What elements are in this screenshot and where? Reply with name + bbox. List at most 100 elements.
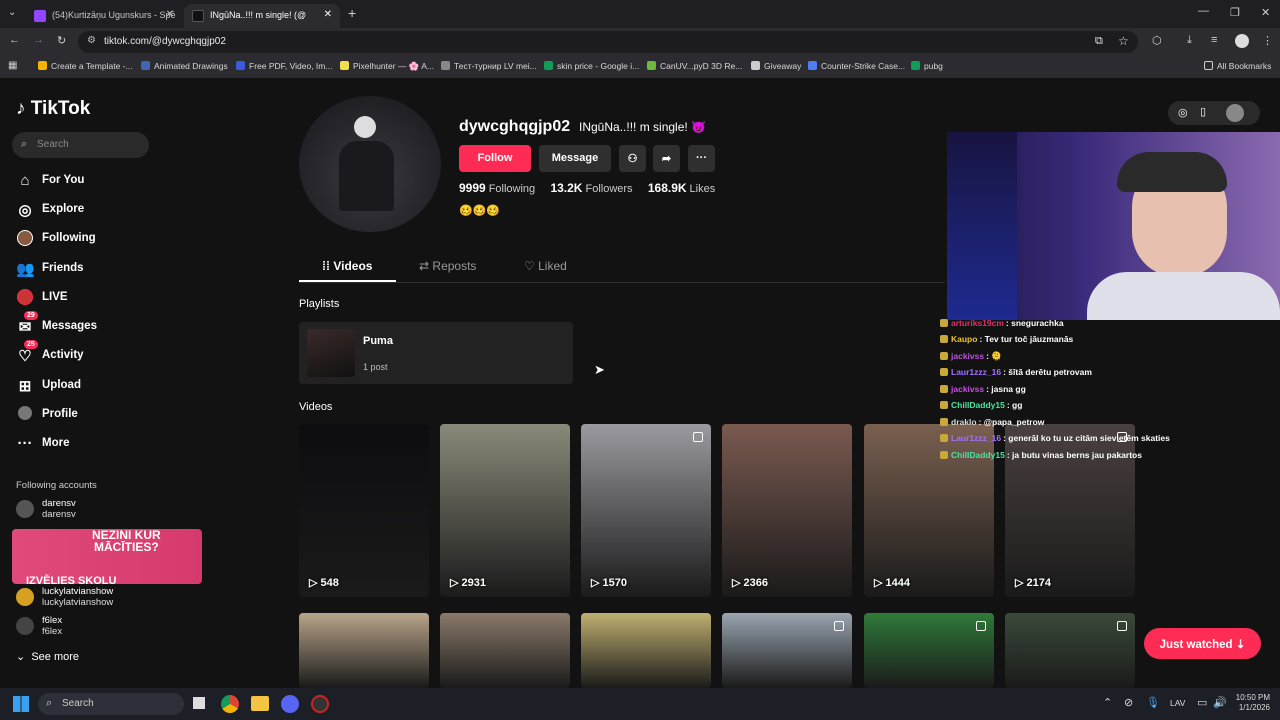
bookmark-item[interactable]: Counter-Strike Case... (808, 61, 905, 71)
mouse-cursor-icon: ➤ (594, 362, 605, 377)
bookmark-favicon-icon (647, 61, 656, 70)
more-options-button[interactable]: ··· (688, 145, 715, 172)
minimize-icon[interactable]: — (1198, 5, 1209, 17)
task-view-icon[interactable] (193, 697, 205, 709)
video-thumbnail[interactable] (299, 613, 429, 688)
forward-icon[interactable]: → (33, 34, 44, 46)
tray-chevron-icon[interactable]: ⌃ (1103, 696, 1112, 709)
site-info-icon[interactable]: ⚙ (87, 35, 96, 46)
bookmark-item[interactable]: Animated Drawings (141, 61, 228, 71)
reload-icon[interactable]: ↻ (57, 34, 66, 47)
bookmark-item[interactable]: skin price - Google i... (544, 61, 639, 71)
install-icon[interactable]: ⧉ (1095, 35, 1103, 48)
restore-icon[interactable]: ❐ (1230, 6, 1240, 19)
tab-twitch[interactable]: (54)Kurtizāņu Ugunskurs - Spē ✕ (26, 4, 182, 28)
close-tab-icon[interactable]: ✕ (166, 9, 174, 20)
bookmark-item[interactable]: Тест-турнир LV mei... (441, 61, 537, 71)
bookmark-item[interactable]: pubg (911, 61, 943, 71)
message-button[interactable]: Message (539, 145, 611, 172)
taskbar-search[interactable]: ⌕ Search (38, 693, 184, 715)
video-thumbnail[interactable] (864, 613, 994, 688)
tab-divider (299, 282, 945, 283)
chat-username[interactable]: arturiks19cm (951, 318, 1004, 328)
add-friend-button[interactable]: ⚇ (619, 145, 646, 172)
bookmark-star-icon[interactable]: ☆ (1118, 34, 1129, 48)
file-explorer-icon[interactable] (251, 696, 269, 711)
just-watched-button[interactable]: Just watched ⇣ (1144, 628, 1261, 659)
chat-badge-icon (940, 401, 948, 409)
system-clock[interactable]: 10:50 PM 1/1/2026 (1226, 693, 1270, 713)
chat-username[interactable]: jackivss (951, 351, 984, 361)
tiktok-logo[interactable]: ♪ TikTok (16, 98, 90, 120)
tab-search-icon[interactable]: ⌄ (8, 7, 16, 18)
following-account[interactable]: f6lex f6lex (16, 615, 196, 641)
bookmark-item[interactable]: Free PDF, Video, Im... (236, 61, 332, 71)
following-account[interactable]: darensv darensv (16, 498, 196, 524)
download-icon[interactable]: ⤓ (1187, 34, 1192, 47)
phone-icon[interactable]: ▯ (1200, 105, 1206, 118)
app-icon[interactable] (311, 695, 329, 713)
video-thumbnail[interactable]: ▷ 2931 (440, 424, 570, 597)
following-account[interactable]: luckylatvianshow luckylatvianshow (16, 586, 196, 612)
network-off-icon[interactable]: ⊘ (1124, 696, 1133, 709)
compass-small-icon[interactable]: ◎ (1178, 106, 1188, 119)
share-icon: ➦ (661, 153, 672, 165)
chrome-icon[interactable] (221, 695, 239, 713)
following-accounts-heading: Following accounts (16, 480, 97, 491)
profile-nickname: INgūNa..!!! m single! 😈 (579, 120, 706, 134)
bookmark-item[interactable]: Giveaway (751, 61, 801, 71)
menu-kebab-icon[interactable]: ⋮ (1262, 34, 1273, 47)
tab-videos[interactable]: ⁞⁞ Videos (322, 259, 372, 273)
bookmark-item[interactable]: CanUV...pyD 3D Re... (647, 61, 742, 71)
chat-username[interactable]: ChillDaddy15 (951, 400, 1005, 410)
language-indicator[interactable]: LAV (1170, 698, 1185, 708)
video-thumbnail[interactable] (440, 613, 570, 688)
chat-username[interactable]: ChillDaddy15 (951, 450, 1005, 460)
apps-grid-icon[interactable]: ▦ (8, 60, 17, 71)
profile-avatar-icon[interactable] (1235, 34, 1249, 48)
see-more-button[interactable]: ⌄ See more (16, 650, 79, 663)
tab-reposts[interactable]: ⇄ Reposts (419, 259, 476, 273)
windows-start-icon[interactable] (13, 696, 29, 712)
chat-username[interactable]: Laur1zzz_16 (951, 433, 1001, 443)
view-count: ▷ 2931 (450, 577, 486, 589)
back-icon[interactable]: ← (9, 34, 20, 46)
chat-username[interactable]: Kaupo (951, 334, 977, 344)
compass-icon: ◎ (18, 202, 32, 219)
follow-button[interactable]: Follow (459, 145, 531, 172)
video-thumbnail[interactable] (722, 613, 852, 688)
tab-liked[interactable]: ♡ Liked (524, 259, 567, 273)
share-button[interactable]: ➦ (653, 145, 680, 172)
close-window-icon[interactable]: ✕ (1261, 6, 1270, 19)
chat-username[interactable]: jackivss (951, 384, 984, 394)
video-thumbnail[interactable] (1005, 613, 1135, 688)
all-bookmarks[interactable]: All Bookmarks (1204, 61, 1271, 71)
chat-username[interactable]: draklo (951, 417, 977, 427)
tiktok-favicon-icon (192, 10, 204, 22)
chat-text: : Tev tur toč jāuzmanās (979, 334, 1074, 344)
bookmark-item[interactable]: Create a Template -... (38, 61, 133, 71)
close-tab-icon[interactable]: ✕ (324, 9, 332, 20)
extensions-icon[interactable]: ⬡ (1152, 34, 1162, 47)
live-icon (16, 289, 34, 309)
microphone-icon[interactable]: 🎙 (1146, 696, 1160, 709)
chat-message: jackivss: jasna gg (940, 384, 1026, 394)
video-thumbnail[interactable] (581, 613, 711, 688)
bookmark-item[interactable]: Pixelhunter — 🌸 A... (340, 61, 434, 72)
address-bar[interactable]: ⚙ tiktok.com/@dywcghqgjp02 ⧉ ☆ (78, 31, 1138, 53)
search-input[interactable]: ⌕ Search (12, 132, 149, 158)
video-thumbnail[interactable]: ▷ 1570 (581, 424, 711, 597)
monitor-icon[interactable]: ▭ (1197, 696, 1207, 709)
tab-tiktok-active[interactable]: INgūNa..!!! m single! (@ ✕ (184, 4, 340, 28)
chat-username[interactable]: Laur1zzz_16 (951, 367, 1001, 377)
playlist-card[interactable]: Puma 1 post (299, 322, 573, 384)
volume-icon[interactable]: 🔊 (1213, 696, 1227, 709)
school-ad-banner[interactable]: NEZINI KUR MĀCĪTIES? IZVĒLIES SKOLU (12, 529, 202, 584)
video-thumbnail[interactable]: ▷ 548 (299, 424, 429, 597)
user-avatar-icon[interactable] (1226, 104, 1244, 122)
media-icon[interactable]: ≡ (1211, 34, 1217, 46)
video-thumbnail[interactable]: ▷ 2366 (722, 424, 852, 597)
avatar (16, 500, 34, 518)
new-tab-button[interactable]: + (348, 5, 356, 21)
discord-icon[interactable] (281, 695, 299, 713)
